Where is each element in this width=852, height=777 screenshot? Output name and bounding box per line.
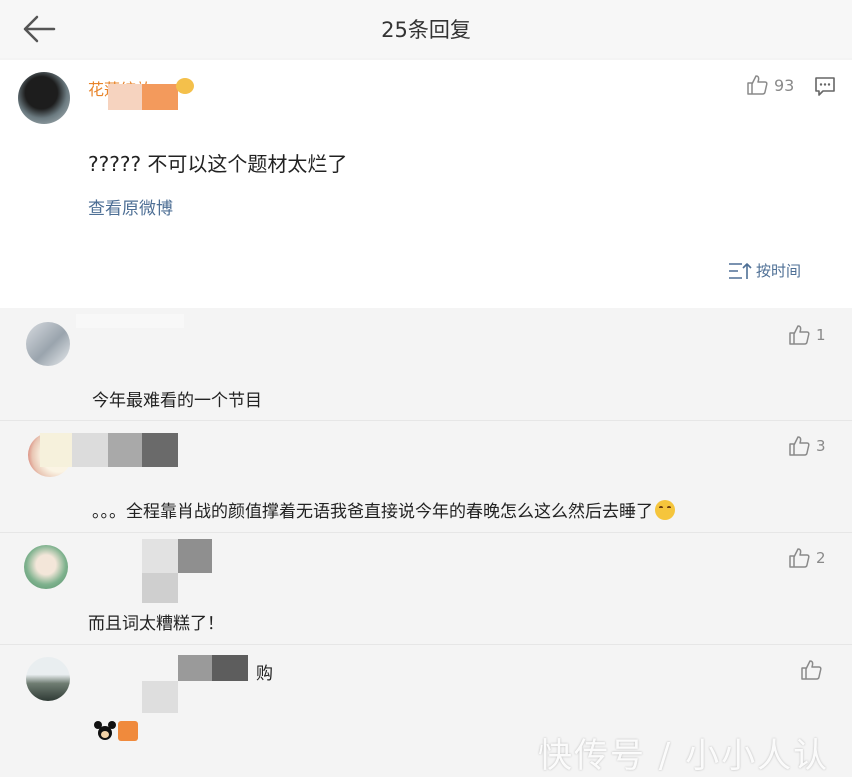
like-count: 1 [816, 326, 826, 344]
blurred-name-overlay [108, 433, 142, 467]
avatar[interactable] [26, 657, 70, 701]
blurred-name-overlay [142, 681, 178, 713]
blurred-name-overlay [142, 433, 178, 467]
reply-text: 而且词太糟糕了！ [88, 614, 224, 634]
like-button[interactable]: 3 [788, 435, 826, 457]
like-count: 3 [816, 437, 826, 455]
blurred-name-overlay [108, 84, 142, 110]
blurred-name-overlay [142, 539, 178, 573]
page-title: 25条回复 [381, 18, 471, 42]
like-count: 2 [816, 549, 826, 567]
blurred-name-overlay [142, 84, 178, 110]
like-button[interactable]: 93 [746, 74, 794, 96]
reply-text: 今年最难看的一个节目 [92, 391, 262, 411]
blurred-name-overlay [72, 433, 108, 467]
smile-emoji-icon [655, 500, 675, 520]
view-original-link[interactable]: 查看原微博 [88, 194, 173, 219]
blurred-name-overlay [142, 573, 178, 603]
blurred-name-overlay [178, 655, 212, 681]
comment-icon[interactable] [814, 76, 836, 96]
like-emoji-icon [118, 721, 138, 741]
reply-text: 。。。全程靠肖战的颜值撑着无语我爸直接说今年的春晚怎么这么然后去睡了 [92, 497, 675, 522]
like-button[interactable] [800, 659, 822, 681]
main-comment: 花莲绽放 93 ????? 不可以这个题材太烂了 查看原微博 按时间 [0, 60, 852, 308]
comment-text: ????? 不可以这个题材太烂了 [88, 152, 348, 176]
sort-label: 按时间 [756, 262, 802, 280]
avatar[interactable] [18, 72, 70, 124]
blurred-name-overlay [212, 655, 248, 681]
like-count: 93 [774, 75, 795, 95]
thumbs-up-icon [801, 660, 822, 680]
thumbs-up-icon [789, 436, 810, 456]
watermark: 快传号 / 小小人认 [538, 736, 830, 776]
reply-text-content: 。。。全程靠肖战的颜值撑着无语我爸直接说今年的春晚怎么这么然后去睡了 [92, 502, 653, 522]
sort-icon [729, 262, 752, 279]
blurred-name-overlay [40, 433, 72, 467]
thumbs-up-icon [747, 75, 768, 95]
username-suffix: 购 [256, 664, 273, 684]
badge-icon [176, 78, 194, 94]
sort-by-time-button[interactable]: 按时间 [728, 260, 801, 281]
blurred-name-overlay [178, 539, 212, 573]
avatar[interactable] [26, 322, 70, 366]
blurred-name-overlay [76, 314, 184, 328]
mickey-emoji-icon [94, 721, 116, 741]
like-button[interactable]: 2 [788, 547, 826, 569]
like-button[interactable]: 1 [788, 324, 826, 346]
thumbs-up-icon [789, 548, 810, 568]
reply-item: 2 而且词太糟糕了！ [0, 533, 852, 644]
reply-item: 1 今年最难看的一个节目 [0, 310, 852, 420]
thumbs-up-icon [789, 325, 810, 345]
reply-item: 3 。。。全程靠肖战的颜值撑着无语我爸直接说今年的春晚怎么这么然后去睡了 [0, 421, 852, 532]
avatar[interactable] [24, 545, 68, 589]
top-bar: 25条回复 [0, 0, 852, 58]
